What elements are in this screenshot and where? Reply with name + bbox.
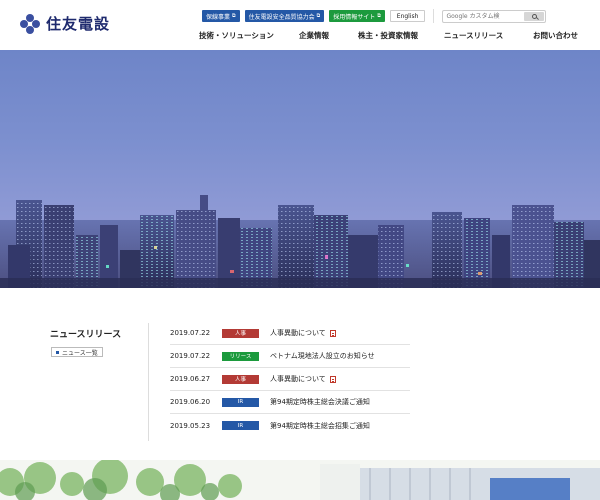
search-button[interactable] <box>524 11 545 21</box>
english-link[interactable]: English <box>389 10 426 22</box>
news-list-button[interactable]: ニュース一覧 <box>51 347 103 357</box>
link-hosen[interactable]: 保線事業 ⧉ <box>202 10 240 22</box>
pdf-icon <box>329 375 336 383</box>
search-box <box>442 9 547 23</box>
news-item[interactable]: 2019.07.22 リリース ベトナム現地法人設立のお知らせ <box>170 345 410 368</box>
category-badge: 人事 <box>222 374 259 384</box>
hero-image <box>0 50 600 288</box>
news-item[interactable]: 2019.05.23 IR 第94期定時株主総会招集ご通知 <box>170 414 410 437</box>
news-link[interactable]: 第94期定時株主総会決議ご通知 <box>270 397 370 407</box>
news-date: 2019.07.22 <box>170 352 211 360</box>
external-link-icon: ⧉ <box>232 13 236 19</box>
news-heading: ニュースリリース <box>50 330 122 340</box>
logo-icon <box>20 13 40 34</box>
link-safety-council[interactable]: 住友電設安全品質協力会 ⧉ <box>244 10 325 22</box>
nav-contact[interactable]: お問い合わせ <box>533 30 593 41</box>
news-link[interactable]: 人事異動について <box>270 374 336 384</box>
search-input[interactable] <box>443 11 524 21</box>
banner-image <box>0 460 600 500</box>
brand-name: 住友電設 <box>46 15 111 33</box>
news-date: 2019.06.20 <box>170 398 211 406</box>
pdf-icon <box>329 329 336 337</box>
news-section: ニュースリリース ニュース一覧 2019.07.22 人事 人事異動について 2… <box>0 288 600 460</box>
category-badge: IR <box>222 397 259 407</box>
city-skyline-image <box>0 195 600 288</box>
news-item[interactable]: 2019.06.27 人事 人事異動について <box>170 368 410 391</box>
news-date: 2019.06.27 <box>170 375 211 383</box>
news-list: 2019.07.22 人事 人事異動について 2019.07.22 リリース ベ… <box>170 322 410 437</box>
news-date: 2019.05.23 <box>170 421 211 430</box>
nav-company[interactable]: 企業情報 <box>299 30 358 41</box>
divider <box>433 9 435 23</box>
site-header: 住友電設 保線事業 ⧉ 住友電設安全品質協力会 ⧉ 採用情報サイト ⧉ English… <box>0 0 600 50</box>
link-recruit[interactable]: 採用情報サイト ⧉ <box>329 10 385 22</box>
news-link[interactable]: 人事異動について <box>270 328 336 338</box>
nav-technology[interactable]: 技術・ソリューション <box>199 30 299 41</box>
nav-news[interactable]: ニュースリリース <box>444 30 533 41</box>
news-date: 2019.07.22 <box>170 329 211 337</box>
news-item[interactable]: 2019.07.22 人事 人事異動について <box>170 322 410 345</box>
nav-investors[interactable]: 株主・投資家情報 <box>358 30 444 41</box>
news-item[interactable]: 2019.06.20 IR 第94期定時株主総会決議ご通知 <box>170 391 410 414</box>
logo[interactable]: 住友電設 <box>20 13 110 34</box>
square-bullet-icon <box>56 350 59 354</box>
divider <box>148 323 149 441</box>
utility-links: 保線事業 ⧉ 住友電設安全品質協力会 ⧉ 採用情報サイト ⧉ English <box>202 9 547 23</box>
news-link[interactable]: ベトナム現地法人設立のお知らせ <box>270 351 375 361</box>
bottom-banner <box>0 460 600 500</box>
category-badge: 人事 <box>222 328 259 338</box>
news-link[interactable]: 第94期定時株主総会招集ご通知 <box>270 421 370 431</box>
external-link-icon: ⧉ <box>316 13 321 19</box>
external-link-icon: ⧉ <box>377 13 381 19</box>
category-badge: IR <box>222 421 259 430</box>
search-icon <box>531 13 537 19</box>
main-nav: 技術・ソリューション 企業情報 株主・投資家情報 ニュースリリース お問い合わせ <box>199 30 593 41</box>
category-badge: リリース <box>222 351 259 361</box>
